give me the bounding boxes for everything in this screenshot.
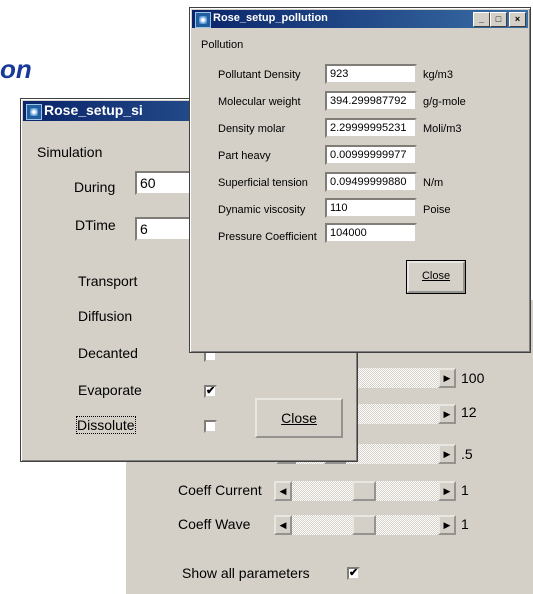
density-molar-unit: Moli/m3	[423, 123, 462, 135]
scroll-thumb[interactable]	[352, 515, 376, 535]
superficial-tension-label: Superficial tension	[218, 177, 308, 189]
show-all-checkbox[interactable]: ✔	[347, 567, 360, 580]
simulation-close-button[interactable]: Close	[255, 398, 343, 438]
evaporate-label: Evaporate	[78, 382, 142, 398]
transport-label: Transport	[78, 273, 138, 289]
decanted-label: Decanted	[78, 345, 138, 361]
pollution-group-label: Pollution	[201, 39, 244, 51]
pollutant-density-unit: kg/m3	[423, 69, 453, 81]
simulation-title: Rose_setup_si	[44, 102, 143, 118]
dissolute-checkbox[interactable]	[204, 420, 217, 433]
right-arrow-icon[interactable]: ▶	[438, 368, 456, 388]
superficial-tension-unit: N/m	[423, 177, 444, 189]
coeff-current-value: 1	[461, 482, 469, 498]
close-icon[interactable]: ×	[509, 12, 526, 27]
molecular-weight-label: Molecular weight	[218, 96, 301, 108]
left-arrow-icon[interactable]: ◀	[274, 515, 292, 535]
pollutant-density-input[interactable]: 923	[325, 64, 417, 84]
right-arrow-icon[interactable]: ▶	[438, 404, 456, 424]
right-arrow-icon[interactable]: ▶	[438, 444, 456, 464]
app-icon	[26, 104, 42, 120]
right-arrow-icon[interactable]: ▶	[438, 481, 456, 501]
coeff-wave-label: Coeff Wave	[178, 516, 251, 532]
scroll-thumb[interactable]	[352, 481, 376, 501]
simulation-close-label: Close	[281, 410, 317, 426]
dtime-label: DTime	[75, 217, 116, 233]
dissolute-label: Dissolute	[76, 416, 136, 434]
maximize-button[interactable]: □	[490, 12, 507, 27]
coeff-current-scrollbar[interactable]: ◀ ▶	[274, 481, 456, 501]
pollution-title: Rose_setup_pollution	[213, 12, 328, 24]
coeff-wave-value: 1	[461, 516, 469, 532]
density-molar-label: Density molar	[218, 123, 286, 135]
dynamic-viscosity-input[interactable]: 110	[325, 198, 417, 218]
superficial-tension-input[interactable]: 0.09499999880	[325, 172, 417, 192]
evaporate-checkbox[interactable]: ✔	[204, 385, 217, 398]
molecular-weight-unit: g/g-mole	[423, 96, 466, 108]
diffusion-label: Diffusion	[78, 308, 133, 324]
dynamic-viscosity-label: Dynamic viscosity	[218, 204, 306, 216]
simulation-group-label: Simulation	[37, 144, 103, 160]
left-arrow-icon[interactable]: ◀	[274, 481, 292, 501]
param-value-3: .5	[461, 446, 473, 462]
pollution-close-button[interactable]: Close	[406, 260, 466, 294]
right-arrow-icon[interactable]: ▶	[438, 515, 456, 535]
minimize-button[interactable]: _	[473, 12, 490, 27]
part-heavy-input[interactable]: 0.00999999977	[325, 145, 417, 165]
during-label: During	[74, 179, 116, 195]
pollution-close-label: Close	[421, 270, 451, 282]
molecular-weight-input[interactable]: 394.299987792	[325, 91, 417, 111]
pollution-window: Rose_setup_pollution _ □ × Pollution Pol…	[189, 7, 531, 353]
pollution-titlebar[interactable]: Rose_setup_pollution _ □ ×	[192, 10, 528, 28]
dynamic-viscosity-unit: Poise	[423, 204, 451, 216]
coeff-current-label: Coeff Current	[178, 482, 262, 498]
pollutant-density-label: Pollutant Density	[218, 69, 301, 81]
show-all-label: Show all parameters	[182, 565, 310, 581]
param-value-2: 12	[461, 404, 477, 420]
part-heavy-label: Part heavy	[218, 150, 271, 162]
pressure-coefficient-label: Pressure Coefficient	[218, 231, 317, 243]
app-icon	[195, 12, 211, 28]
background-heading: on	[0, 54, 32, 84]
param-value-1: 100	[461, 370, 485, 386]
pressure-coefficient-input[interactable]: 104000	[325, 223, 417, 243]
coeff-wave-scrollbar[interactable]: ◀ ▶	[274, 515, 456, 535]
density-molar-input[interactable]: 2.29999995231	[325, 118, 417, 138]
